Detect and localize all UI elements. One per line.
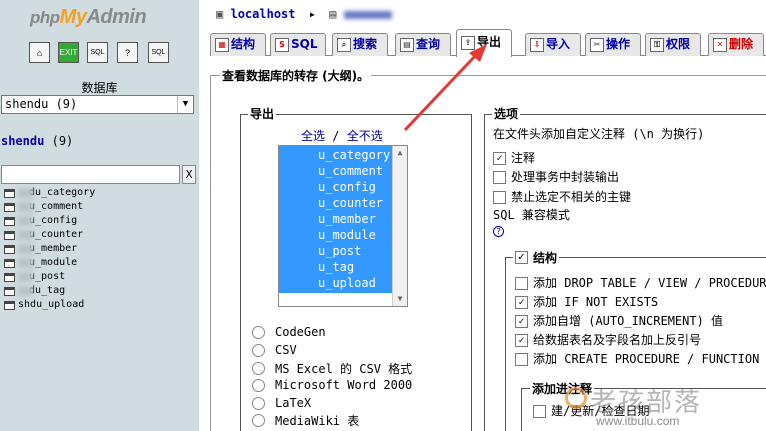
transaction-checkbox[interactable]: 处理事务中封装输出 — [493, 169, 619, 185]
main-content: ▣ localhost ▸ ▤ ▦ 结构 S SQL ⌕ 搜索 ▤ 查询 ⇪ 导出 ⇩ 导入… — [200, 0, 766, 431]
table-item[interactable]: u_config — [4, 214, 95, 228]
table-icon — [4, 272, 15, 282]
checkbox-checked[interactable]: ✓ — [493, 151, 506, 165]
create-procedure-checkbox[interactable]: 添加 CREATE PROCEDURE / FUNCTION / — [515, 351, 766, 367]
format-radio-latex[interactable]: LaTeX — [252, 395, 311, 411]
table-icon — [4, 216, 15, 226]
phpmyadmin-logo[interactable]: phpMyAdmin — [30, 6, 147, 29]
database-name-link[interactable]: shendu (9) — [1, 134, 73, 148]
database-icon: ▤ — [329, 7, 337, 21]
select-links: 全选 / 全不选 — [301, 129, 383, 143]
database-select[interactable]: shendu (9) ▼ — [1, 95, 194, 114]
deselect-all-link[interactable]: 全不选 — [347, 129, 383, 143]
table-item[interactable]: u_module — [4, 256, 95, 270]
operations-icon: ✂ — [590, 37, 604, 52]
tab-privileges[interactable]: ⚿ 权限 — [645, 33, 701, 56]
tab-drop[interactable]: ✕ 删除 — [708, 33, 764, 56]
table-option[interactable]: u_post — [318, 243, 361, 259]
table-option[interactable]: u_counter — [318, 195, 383, 211]
table-list: du_category u_comment u_config u_counter… — [4, 186, 95, 312]
table-icon — [4, 244, 15, 254]
table-option[interactable]: u_comment — [318, 163, 383, 179]
help-icon[interactable]: ? — [117, 42, 138, 63]
tab-operations[interactable]: ✂ 操作 — [585, 33, 641, 56]
options-legend: 选项 — [492, 105, 521, 122]
table-icon — [4, 230, 15, 240]
format-radio-word[interactable]: Microsoft Word 2000 — [252, 377, 412, 393]
if-not-exists-checkbox[interactable]: ✓ 添加 IF NOT EXISTS — [515, 294, 658, 310]
header-comment-label: 在文件头添加自定义注释 (\n 为换行) — [493, 127, 705, 141]
format-radio-mediawiki[interactable]: MediaWiki 表 — [252, 412, 359, 428]
sql-icon: S — [275, 37, 289, 52]
table-item[interactable]: du_tag — [4, 284, 95, 298]
table-icon — [4, 286, 15, 296]
table-multiselect[interactable]: u_category u_comment u_config u_counter … — [278, 145, 408, 307]
format-radio-excel-csv[interactable]: MS Excel 的 CSV 格式 — [252, 360, 412, 376]
scroll-down-icon[interactable]: ▼ — [393, 292, 407, 306]
table-item[interactable]: u_member — [4, 242, 95, 256]
search-icon: ⌕ — [337, 37, 351, 52]
auto-increment-checkbox[interactable]: ✓ 添加自增 (AUTO_INCREMENT) 值 — [515, 313, 723, 329]
tab-query[interactable]: ▤ 查询 — [395, 33, 451, 56]
tab-structure[interactable]: ▦ 结构 — [210, 33, 266, 56]
tab-import[interactable]: ⇩ 导入 — [525, 33, 581, 56]
backquotes-checkbox[interactable]: ✓ 给数据表名及字段名加上反引号 — [515, 332, 701, 348]
table-filter-input[interactable] — [1, 165, 180, 184]
table-icon — [4, 258, 15, 268]
structure-checkbox[interactable]: ✓ — [515, 251, 528, 264]
navigation-sidebar: phpMyAdmin ⌂ EXIT SQL ? SQL 数据库 shendu (… — [0, 0, 199, 431]
breadcrumb-database-link[interactable] — [343, 10, 392, 19]
comments-checkbox[interactable]: ✓ 注释 — [493, 150, 535, 166]
table-item[interactable]: du_category — [4, 186, 95, 200]
select-all-link[interactable]: 全选 — [301, 129, 325, 143]
drop-table-checkbox[interactable]: 添加 DROP TABLE / VIEW / PROCEDURE — [515, 275, 766, 291]
import-icon: ⇩ — [530, 37, 544, 52]
table-option[interactable]: u_member — [318, 211, 376, 227]
table-icon — [4, 300, 15, 310]
server-icon: ▣ — [216, 7, 224, 21]
sql-window-icon[interactable]: SQL — [87, 42, 108, 63]
scroll-up-icon[interactable]: ▲ — [393, 146, 407, 160]
table-item[interactable]: u_counter — [4, 228, 95, 242]
drop-icon: ✕ — [713, 37, 727, 52]
watermark-logo-icon — [565, 387, 587, 409]
watermark-url: www.itbulu.com — [596, 414, 680, 428]
clear-filter-button[interactable]: X — [182, 165, 196, 184]
table-option[interactable]: u_upload — [318, 275, 376, 291]
query-icon: ▤ — [400, 37, 414, 52]
table-item[interactable]: u_post — [4, 270, 95, 284]
table-item[interactable]: u_comment — [4, 200, 95, 214]
sql-compat-label: SQL 兼容模式 — [493, 208, 570, 222]
table-item[interactable]: sh du_upload — [4, 298, 95, 312]
table-option[interactable]: u_config — [318, 179, 376, 195]
chevron-down-icon: ▼ — [177, 96, 193, 113]
table-option[interactable]: u_module — [318, 227, 376, 243]
export-legend: 导出 — [248, 105, 277, 122]
disable-fk-checkbox[interactable]: 禁止选定不相关的主键 — [493, 189, 631, 205]
chevron-right-icon: ▸ — [308, 7, 316, 21]
format-radio-csv[interactable]: CSV — [252, 342, 297, 358]
tab-search[interactable]: ⌕ 搜索 — [332, 33, 388, 56]
format-radio-codegen[interactable]: CodeGen — [252, 324, 326, 340]
table-icon — [4, 202, 15, 212]
breadcrumb: ▣ localhost ▸ ▤ — [216, 7, 392, 21]
help-icon[interactable]: ? — [493, 226, 504, 237]
tab-export[interactable]: ⇪ 导出 — [456, 29, 512, 57]
tab-sql[interactable]: S SQL — [270, 33, 326, 56]
scrollbar[interactable]: ▲ ▼ — [392, 146, 407, 306]
exit-icon[interactable]: EXIT — [58, 42, 79, 63]
export-fieldset-legend: 查看数据库的转存 (大纲)。 — [220, 67, 372, 84]
structure-icon: ▦ — [215, 37, 229, 52]
database-label: 数据库 — [81, 81, 118, 95]
structure-legend[interactable]: ✓ 结构 — [513, 249, 560, 266]
table-icon — [4, 188, 15, 198]
home-icon[interactable]: ⌂ — [29, 42, 50, 63]
table-option[interactable]: u_tag — [318, 259, 354, 275]
privileges-icon: ⚿ — [650, 37, 664, 52]
docs-icon[interactable]: SQL — [148, 42, 169, 63]
table-option[interactable]: u_category — [318, 147, 390, 163]
breadcrumb-server-link[interactable]: localhost — [230, 7, 295, 21]
export-icon: ⇪ — [461, 35, 475, 50]
tab-bar: ▦ 结构 S SQL ⌕ 搜索 ▤ 查询 ⇪ 导出 ⇩ 导入 ✂ 操作 ⚿ 权限 ✕ 删除 — [210, 29, 766, 57]
